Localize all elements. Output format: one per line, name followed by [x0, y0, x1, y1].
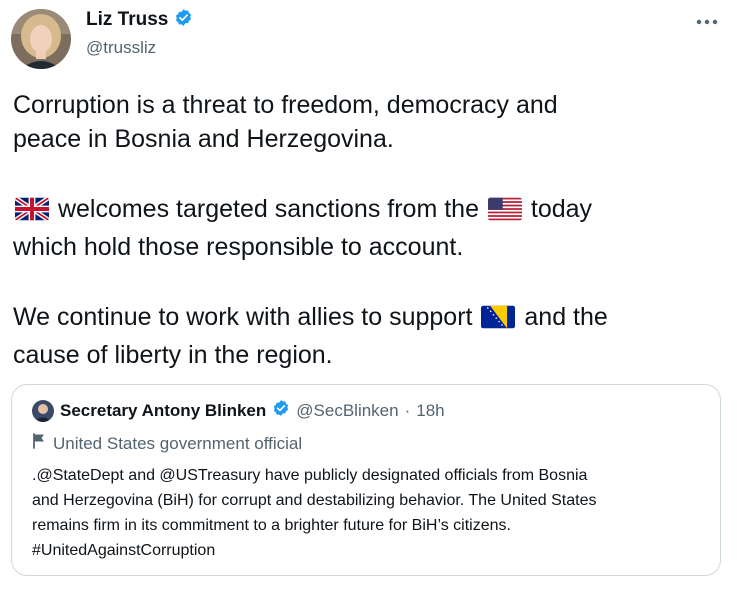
tweet-line: welcomes targeted sanctions from the tod…	[13, 192, 725, 230]
government-label-text: United States government official	[53, 433, 303, 453]
tweet-text: Corruption is a threat to freedom, democ…	[13, 88, 725, 408]
hashtag-line[interactable]: #UnitedAgainstCorruption	[32, 538, 712, 563]
us-flag-icon	[487, 196, 522, 230]
author-avatar[interactable]	[11, 9, 71, 69]
separator-dot: ·	[404, 400, 411, 420]
quoted-tweet-body: .@StateDept and @USTreasury have publicl…	[32, 463, 712, 563]
quoted-tweet-header: Secretary Antony Blinken @SecBlinken · 1…	[32, 399, 445, 422]
tweet-line: peace in Bosnia and Herzegovina.	[13, 125, 394, 153]
tweet-paragraph-3: We continue to work with allies to suppo…	[13, 300, 725, 372]
verified-badge-icon	[272, 399, 290, 422]
author-handle[interactable]: @trussliz	[86, 38, 193, 58]
quoted-tweet-line: .@StateDept and @USTreasury have publicl…	[32, 467, 588, 484]
tweet-text-segment: welcomes targeted sanctions from the	[51, 195, 486, 223]
tweet-line: cause of liberty in the region.	[13, 341, 333, 369]
quoted-tweet-line: remains firm in its commitment to a brig…	[32, 517, 511, 534]
more-options-icon[interactable]	[692, 10, 722, 34]
bosnia-flag-icon	[481, 304, 516, 338]
tweet-line: We continue to work with allies to suppo…	[13, 300, 725, 338]
uk-flag-icon	[15, 196, 49, 230]
flag-icon	[32, 433, 46, 454]
quoted-tweet-line: and Herzegovina (BiH) for corrupt and de…	[32, 492, 597, 509]
tweet-line: which hold those responsible to account.	[13, 233, 464, 261]
quoted-author-handle[interactable]: @SecBlinken	[296, 401, 398, 421]
tweet-paragraph-2: welcomes targeted sanctions from the tod…	[13, 192, 725, 264]
tweet-text-segment: today	[523, 195, 593, 223]
quoted-author-name[interactable]: Secretary Antony Blinken	[60, 401, 266, 421]
quoted-tweet[interactable]: Secretary Antony Blinken @SecBlinken · 1…	[11, 384, 721, 576]
tweet-paragraph-1: Corruption is a threat to freedom, democ…	[13, 88, 725, 156]
tweet-line: Corruption is a threat to freedom, democ…	[13, 91, 558, 119]
tweet-text-segment: We continue to work with allies to suppo…	[13, 303, 480, 331]
author-info: Liz Truss @trussliz	[86, 8, 193, 58]
verified-badge-icon	[174, 8, 193, 32]
government-label: United States government official	[32, 433, 302, 454]
author-display-name[interactable]: Liz Truss	[86, 9, 168, 31]
quoted-tweet-time[interactable]: 18h	[416, 401, 444, 421]
tweet-text-segment: and the	[517, 303, 608, 331]
tweet: Liz Truss @trussliz Corruption is a thre…	[0, 0, 738, 594]
quoted-author-avatar[interactable]	[32, 399, 54, 422]
display-name-row: Liz Truss	[86, 8, 193, 32]
